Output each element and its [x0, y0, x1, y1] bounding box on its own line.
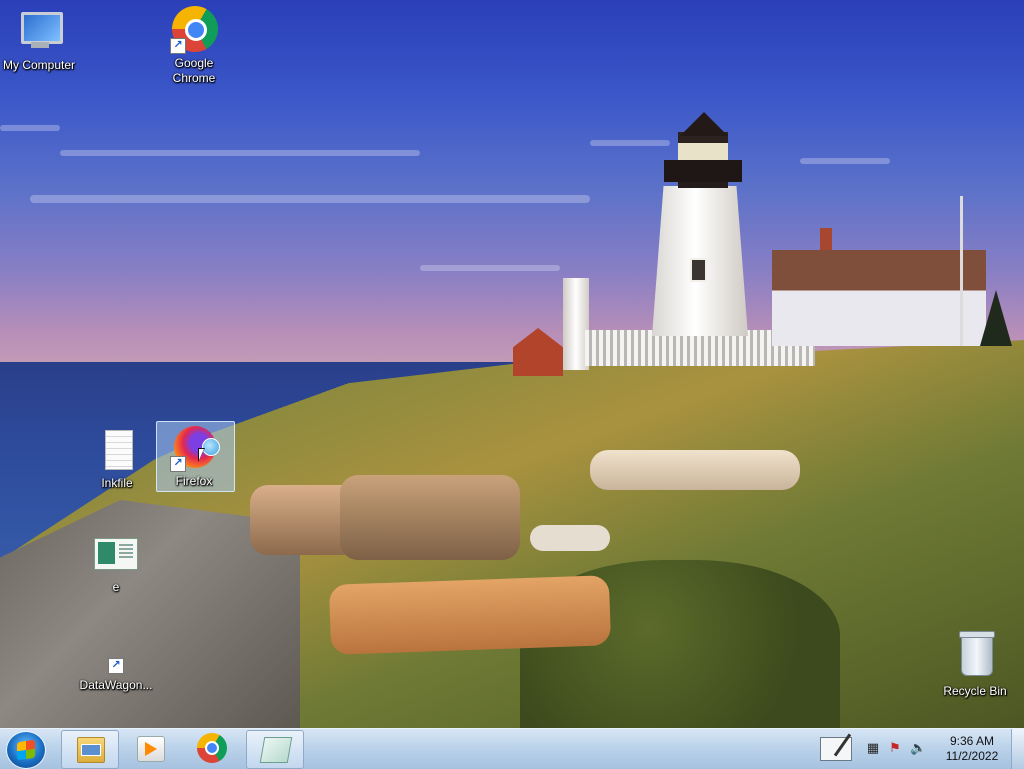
wallpaper-keepers-house: [772, 250, 986, 346]
taskbar: ▦ ⚑ 🔈 9:36 AM 11/2/2022: [0, 728, 1024, 769]
shortcut-arrow-icon: ↗: [170, 38, 186, 54]
mouse-cursor-icon: [198, 448, 205, 462]
cloud: [0, 125, 60, 131]
desktop-icon-inkfile[interactable]: Inkfile: [79, 426, 155, 491]
cloud: [590, 140, 670, 146]
wallpaper-rock: [590, 450, 800, 490]
pen-input-icon[interactable]: [820, 737, 852, 761]
desktop-icon-google-chrome[interactable]: ↗ Google Chrome: [156, 6, 232, 86]
cloud: [30, 195, 590, 203]
volume-icon[interactable]: 🔈: [910, 741, 926, 755]
taskbar-button-explorer[interactable]: [61, 730, 119, 769]
folder-icon: [77, 737, 105, 763]
desktop-icon-firefox[interactable]: ↗ Firefox: [156, 424, 232, 489]
desktop-icon-label: Firefox: [175, 474, 213, 488]
desktop-icon-recycle-bin[interactable]: Recycle Bin: [937, 631, 1013, 699]
clock-time: 9:36 AM: [949, 734, 995, 748]
desktop-icon-label: DataWagon...: [79, 678, 153, 692]
chrome-icon: ↗: [170, 6, 218, 54]
firefox-icon: ↗: [170, 424, 220, 472]
taskbar-button-media-player[interactable]: [122, 730, 178, 767]
recycle-bin-icon: [951, 631, 999, 682]
desktop-icon-label: Google Chrome: [172, 56, 216, 85]
shortcut-arrow-icon: ↗: [170, 456, 186, 472]
clock-date: 11/2/2022: [945, 749, 999, 763]
wallpaper-rock: [530, 525, 610, 551]
desktop-wallpaper: [0, 0, 1024, 728]
action-center-flag-icon[interactable]: ⚑: [888, 741, 902, 755]
cloud: [420, 265, 560, 271]
wallpaper-rock: [340, 475, 520, 560]
chrome-icon: [197, 733, 227, 763]
desktop-icon-label: My Computer: [2, 58, 76, 72]
wallpaper-gallery: [664, 160, 742, 182]
clock[interactable]: 9:36 AM 11/2/2022: [932, 734, 1012, 764]
network-icon[interactable]: ▦: [866, 741, 880, 755]
desktop-icon-e[interactable]: e: [78, 530, 154, 595]
document-icon: [93, 426, 141, 474]
desktop-icon-label: Inkfile: [101, 476, 133, 490]
notepad-icon: [259, 737, 293, 763]
taskbar-button-notepad[interactable]: [246, 730, 304, 769]
system-tray: ▦ ⚑ 🔈 9:36 AM 11/2/2022: [814, 729, 1024, 769]
desktop-icon-label: e: [112, 580, 120, 594]
cloud: [800, 158, 890, 164]
show-desktop-button[interactable]: [1011, 729, 1024, 769]
desktop-icon-my-computer[interactable]: My Computer: [1, 8, 77, 73]
desktop-icon-datawagon[interactable]: ↗ DataWagon...: [78, 656, 154, 693]
wallpaper-flagpole: [960, 196, 963, 346]
wallpaper-lighthouse-window: [690, 258, 707, 282]
start-button[interactable]: [6, 731, 46, 769]
wallpaper-rock: [328, 575, 612, 655]
taskbar-button-chrome[interactable]: [184, 730, 240, 767]
media-player-icon: [137, 736, 165, 762]
cloud: [60, 150, 420, 156]
windows-start-icon: [17, 739, 35, 761]
shortcut-icon: ↗: [92, 656, 140, 676]
presentation-file-icon: [92, 530, 140, 578]
computer-icon: [15, 8, 63, 56]
shortcut-arrow-icon: ↗: [108, 658, 124, 674]
desktop-icon-label: Recycle Bin: [943, 684, 1007, 698]
